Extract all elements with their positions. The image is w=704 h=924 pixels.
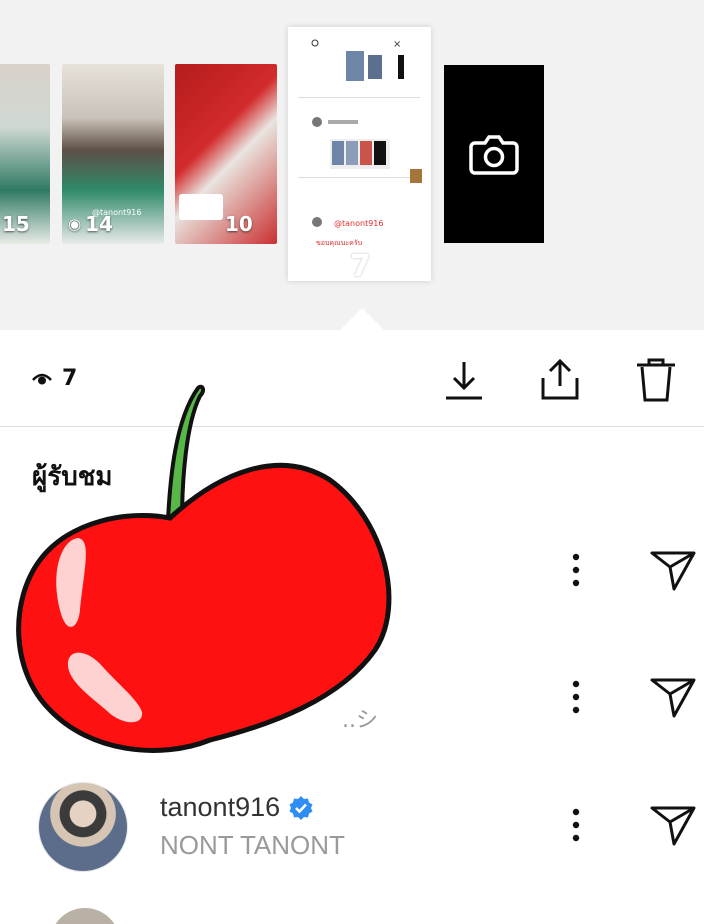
paper-plane-icon	[650, 678, 696, 718]
username-text: tanont916	[160, 792, 281, 822]
viewer-row-actions	[556, 545, 704, 595]
viewer-row-actions	[556, 672, 704, 722]
trash-icon	[637, 358, 675, 402]
more-vertical-icon	[572, 680, 580, 714]
share-icon	[541, 358, 579, 400]
share-button[interactable]	[538, 356, 582, 404]
camera-button[interactable]	[444, 65, 544, 243]
more-vertical-icon	[572, 553, 580, 587]
paper-plane-icon	[650, 806, 696, 846]
story-thumbnail[interactable]: 10	[175, 64, 277, 244]
viewer-row-actions	[556, 800, 704, 850]
viewer-username[interactable]: tanont916	[160, 792, 314, 823]
camera-icon	[469, 135, 519, 175]
apple-sticker	[16, 384, 392, 753]
thumbnail-view-count: ◉ 14	[68, 212, 113, 236]
story-thumbnail[interactable]: 15	[0, 64, 50, 244]
more-options-button[interactable]	[556, 545, 596, 595]
avatar[interactable]	[38, 782, 128, 872]
eye-icon: ◉	[68, 215, 82, 233]
send-message-button[interactable]	[648, 800, 698, 850]
download-button[interactable]	[442, 356, 486, 404]
preview-mention: @tanont916	[334, 219, 384, 228]
verified-badge-icon	[289, 795, 313, 820]
paper-plane-icon	[650, 551, 696, 591]
viewer-fullname: NONT TANONT	[160, 830, 345, 860]
preview-view-count: 7	[350, 249, 371, 281]
download-icon	[446, 362, 482, 400]
more-options-button[interactable]	[556, 672, 596, 722]
story-strip: 15 @tanont916 ◉ 14 10 × @tanont916 ขอบคุ…	[0, 0, 704, 330]
story-sticker	[179, 194, 223, 220]
story-thumbnail[interactable]: @tanont916 ◉ 14	[62, 64, 164, 244]
avatar[interactable]	[50, 908, 120, 924]
preview-overlay-text: ขอบคุณนะครับ	[316, 239, 363, 247]
thumbnail-view-count: 15	[2, 212, 30, 236]
delete-button[interactable]	[634, 356, 678, 404]
send-message-button[interactable]	[648, 672, 698, 722]
selected-story-preview[interactable]: × @tanont916 ขอบคุณนะครับ 7	[288, 27, 431, 281]
send-message-button[interactable]	[648, 545, 698, 595]
more-vertical-icon	[572, 808, 580, 842]
selection-pointer	[340, 308, 384, 330]
more-options-button[interactable]	[556, 800, 596, 850]
svg-text:×: ×	[393, 39, 401, 50]
thumbnail-view-count: 10	[225, 212, 253, 236]
